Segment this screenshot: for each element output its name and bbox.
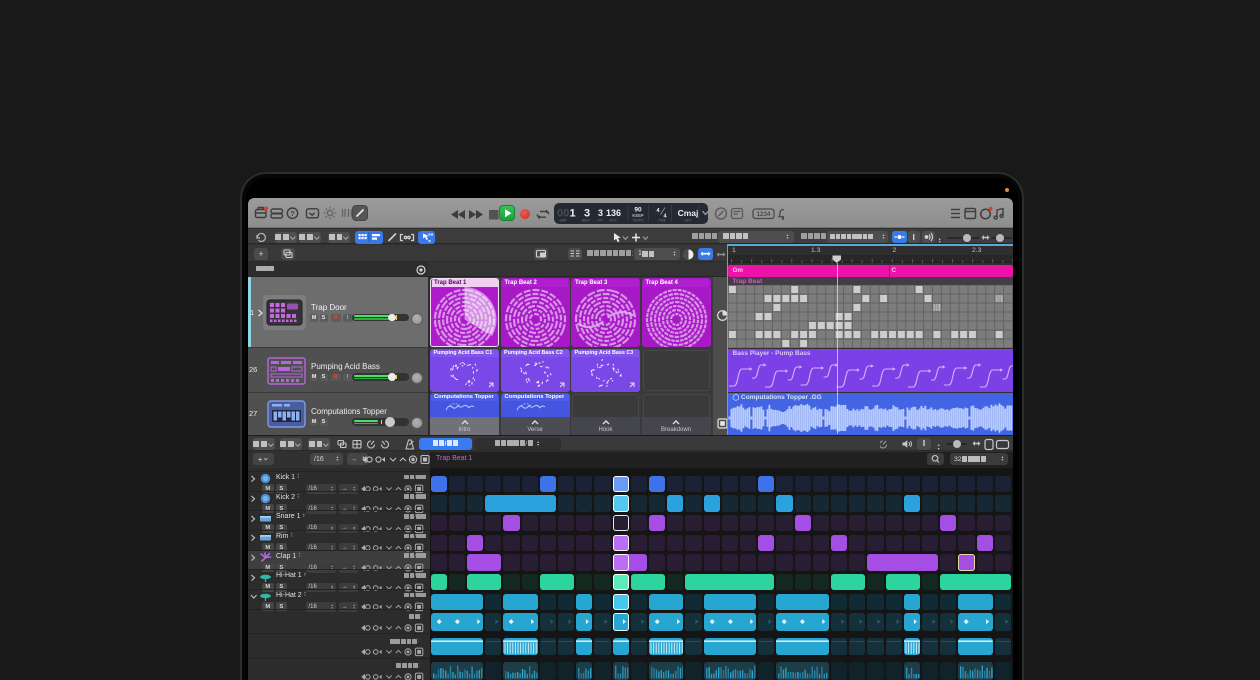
- svg-text:1234: 1234: [757, 211, 771, 218]
- svg-text:TEMPO: TEMPO: [632, 219, 644, 223]
- svg-text:3: 3: [598, 208, 603, 218]
- svg-text:4: 4: [656, 208, 660, 214]
- svg-text:?: ?: [290, 209, 295, 218]
- svg-text:BAR: BAR: [560, 219, 568, 223]
- svg-text:1: 1: [570, 208, 576, 220]
- svg-text:KEY: KEY: [685, 219, 693, 223]
- svg-text:136: 136: [606, 208, 621, 218]
- svg-text:BEAT: BEAT: [582, 219, 591, 223]
- svg-text:DIV: DIV: [597, 219, 603, 223]
- svg-text:TICK: TICK: [609, 219, 617, 223]
- svg-text:KEEP: KEEP: [632, 213, 644, 218]
- svg-text:4: 4: [663, 214, 667, 220]
- svg-text:Cmaj: Cmaj: [678, 208, 699, 218]
